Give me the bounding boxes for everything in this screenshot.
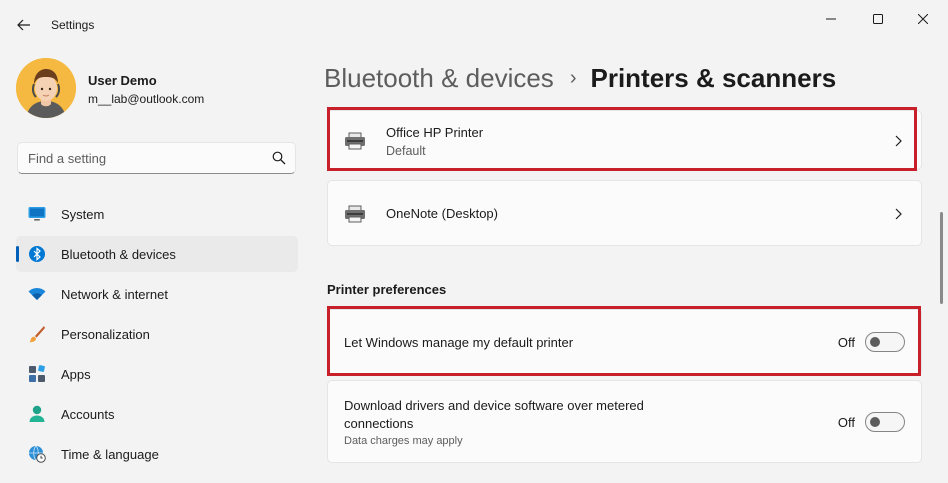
printer-icon [345, 132, 365, 150]
wifi-icon [28, 285, 46, 303]
sidebar-item-label: Accounts [61, 407, 115, 422]
search-icon[interactable] [272, 151, 286, 165]
printer-card-office-hp[interactable]: Office HP Printer Default [327, 110, 922, 170]
manage-default-printer-toggle[interactable] [865, 332, 905, 352]
pref-label: Download drivers and device software ove… [344, 398, 644, 431]
minimize-button[interactable] [808, 5, 854, 33]
toggle-knob [870, 337, 880, 347]
user-name: User Demo [88, 73, 157, 88]
sidebar-item-apps[interactable]: Apps [16, 356, 298, 392]
maximize-icon [873, 14, 883, 24]
search-box[interactable] [17, 142, 296, 174]
close-button[interactable] [900, 5, 946, 33]
printer-icon [345, 205, 365, 223]
section-title-printer-preferences: Printer preferences [327, 282, 447, 297]
breadcrumb: Bluetooth & devices › Printers & scanner… [324, 60, 836, 96]
toggle-state-label: Off [837, 415, 855, 430]
sidebar-item-accounts[interactable]: Accounts [16, 396, 298, 432]
avatar [16, 58, 76, 118]
sidebar-item-bluetooth-devices[interactable]: Bluetooth & devices [16, 236, 298, 272]
accounts-icon [28, 405, 46, 423]
sidebar-item-label: Bluetooth & devices [61, 247, 176, 262]
brush-icon [28, 325, 46, 343]
pref-metered-downloads: Download drivers and device software ove… [327, 380, 922, 463]
sidebar-item-label: Network & internet [61, 287, 168, 302]
user-avatar-icon [16, 58, 76, 118]
search-input[interactable] [28, 149, 258, 167]
printer-name: OneNote (Desktop) [386, 206, 498, 221]
sidebar-item-label: System [61, 207, 105, 222]
close-icon [918, 14, 928, 24]
back-button[interactable] [10, 12, 38, 38]
apps-icon [28, 365, 46, 383]
sidebar-item-personalization[interactable]: Personalization [16, 316, 298, 352]
scrollbar[interactable] [940, 212, 943, 304]
app-title: Settings [51, 18, 95, 32]
breadcrumb-parent[interactable]: Bluetooth & devices [324, 63, 554, 94]
system-icon [28, 205, 46, 223]
title-bar: Settings [0, 0, 948, 48]
minimize-icon [826, 18, 836, 20]
printer-card-onenote[interactable]: OneNote (Desktop) [327, 180, 922, 246]
sidebar-nav: System Bluetooth & devices Network & int… [16, 196, 298, 476]
pref-label: Let Windows manage my default printer [344, 335, 574, 350]
chevron-right-icon [895, 208, 902, 220]
toggle-state-label: Off [837, 335, 855, 350]
breadcrumb-separator: › [569, 66, 577, 89]
user-email: m__lab@outlook.com [88, 92, 205, 106]
sidebar-item-label: Personalization [61, 327, 150, 342]
chevron-right-icon [895, 135, 902, 147]
globe-clock-icon [28, 445, 46, 463]
bluetooth-icon [28, 245, 46, 263]
sidebar-item-network-internet[interactable]: Network & internet [16, 276, 298, 312]
pref-description: Data charges may apply [344, 435, 463, 447]
sidebar-item-system[interactable]: System [16, 196, 298, 232]
printer-status: Default [386, 144, 426, 158]
back-arrow-icon [17, 19, 30, 31]
sidebar-item-label: Time & language [61, 447, 159, 462]
metered-downloads-toggle[interactable] [865, 412, 905, 432]
printer-name: Office HP Printer [386, 125, 484, 140]
user-profile[interactable]: User Demo m__lab@outlook.com [16, 58, 296, 120]
sidebar-item-time-language[interactable]: Time & language [16, 436, 298, 472]
maximize-button[interactable] [855, 5, 901, 33]
sidebar-item-label: Apps [61, 367, 91, 382]
toggle-knob [870, 417, 880, 427]
page-title: Printers & scanners [590, 62, 837, 93]
pref-manage-default-printer: Let Windows manage my default printer Of… [327, 309, 922, 375]
